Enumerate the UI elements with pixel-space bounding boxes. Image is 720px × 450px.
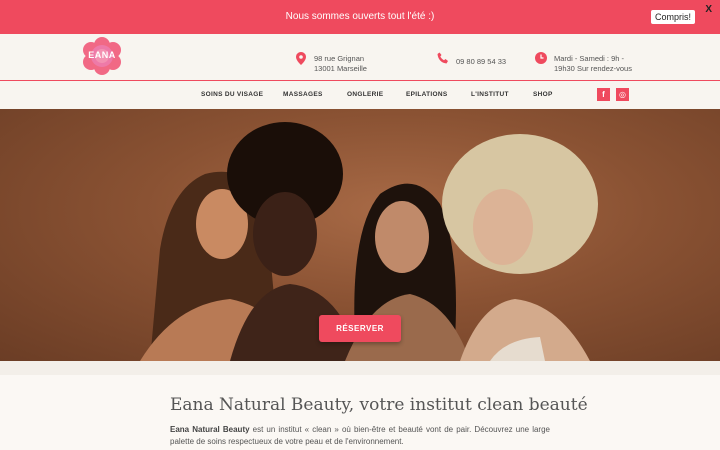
nav-item-institut[interactable]: L'INSTITUT <box>471 91 509 98</box>
hero-banner: RÉSERVER <box>0 109 720 361</box>
nav-item-massages[interactable]: MASSAGES <box>283 91 323 98</box>
accept-button[interactable]: Compris! <box>651 10 696 24</box>
announcement-banner: Nous sommes ouverts tout l'été :) Compri… <box>0 0 720 34</box>
address-line1: 98 rue Grignan <box>314 54 365 63</box>
nav-item-shop[interactable]: SHOP <box>533 91 553 98</box>
phone-number[interactable]: 09 80 89 54 33 <box>456 57 506 67</box>
facebook-icon[interactable]: f <box>597 88 610 101</box>
opening-hours: Mardi - Samedi : 9h - 19h30 Sur rendez-v… <box>554 54 632 74</box>
address: 98 rue Grignan 13001 Marseille <box>314 54 367 74</box>
location-pin-icon <box>296 52 306 65</box>
hours-line2: 19h30 Sur rendez-vous <box>554 64 632 73</box>
intro-title: Eana Natural Beauty, votre institut clea… <box>170 395 588 415</box>
hours-line1: Mardi - Samedi : 9h - <box>554 54 625 63</box>
close-icon[interactable]: X <box>705 4 712 15</box>
section-divider <box>0 361 720 375</box>
site-header: EANA 98 rue Grignan 13001 Marseille 09 8… <box>0 34 720 80</box>
phone-icon <box>437 52 448 64</box>
nav-item-epilations[interactable]: EPILATIONS <box>406 91 448 98</box>
clock-icon <box>535 52 547 64</box>
reserve-button[interactable]: RÉSERVER <box>319 315 401 342</box>
logo-text: EANA <box>88 50 116 60</box>
instagram-icon[interactable]: ◎ <box>616 88 629 101</box>
banner-text: Nous sommes ouverts tout l'été :) <box>285 11 435 22</box>
logo[interactable]: EANA <box>83 37 121 75</box>
main-nav: SOINS DU VISAGE MASSAGES ONGLERIE EPILAT… <box>0 81 720 109</box>
nav-item-soins-visage[interactable]: SOINS DU VISAGE <box>201 91 263 98</box>
brand-name: Eana Natural Beauty <box>170 425 250 434</box>
address-line2: 13001 Marseille <box>314 64 367 73</box>
nav-item-onglerie[interactable]: ONGLERIE <box>347 91 383 98</box>
intro-text: Eana Natural Beauty est un institut « cl… <box>170 424 550 448</box>
